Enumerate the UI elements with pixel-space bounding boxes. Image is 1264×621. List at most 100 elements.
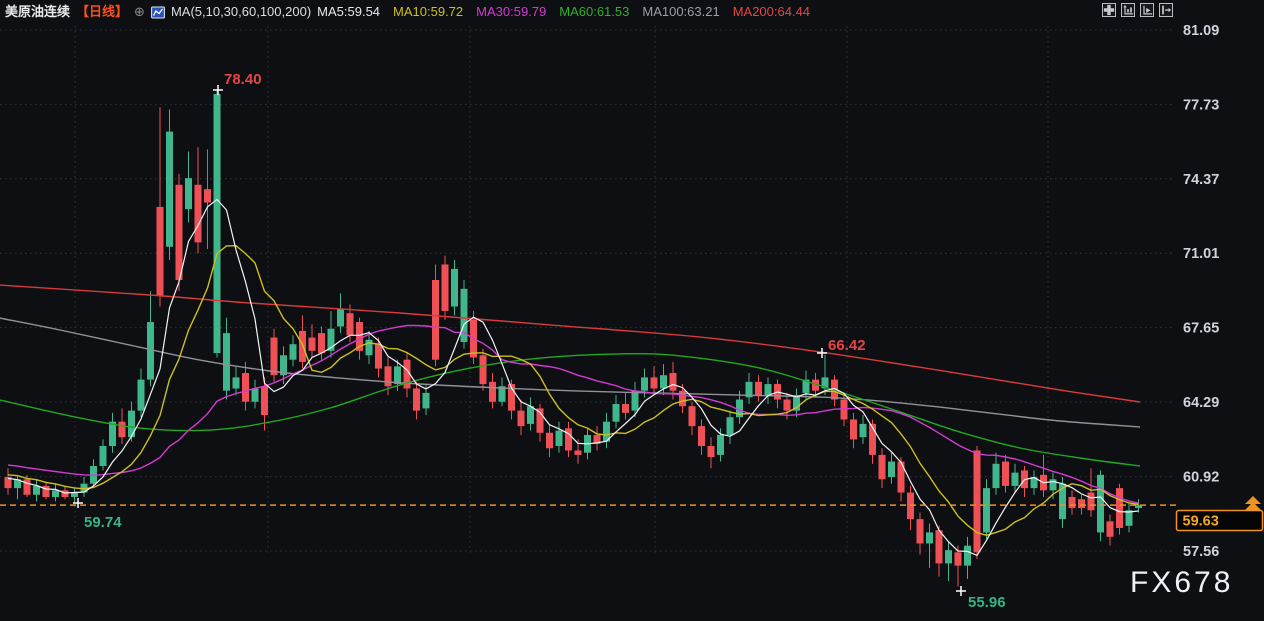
candle[interactable] — [774, 379, 781, 409]
candle[interactable] — [907, 485, 914, 531]
candle[interactable] — [517, 399, 525, 435]
candle[interactable] — [223, 317, 230, 400]
candle[interactable] — [688, 401, 696, 435]
candle[interactable] — [802, 370, 810, 400]
candle[interactable] — [232, 366, 240, 396]
candle[interactable] — [536, 403, 544, 442]
candle[interactable] — [612, 395, 620, 429]
ma-value: MA60:61.53 — [559, 4, 630, 19]
candle[interactable] — [593, 426, 601, 451]
candle[interactable] — [1002, 454, 1009, 493]
swing-price-label: 78.40 — [224, 71, 262, 88]
candle[interactable] — [242, 361, 249, 411]
candle[interactable] — [71, 488, 78, 503]
candle[interactable] — [1040, 454, 1047, 497]
period-label[interactable]: 【日线】 — [76, 3, 128, 21]
candle[interactable] — [166, 109, 173, 261]
candle[interactable] — [52, 483, 59, 502]
candle[interactable] — [204, 149, 211, 249]
candle[interactable] — [489, 372, 496, 409]
candle[interactable] — [1030, 470, 1038, 495]
candle[interactable] — [42, 481, 50, 500]
swing-price-label: 59.74 — [84, 514, 122, 531]
candle[interactable] — [1068, 490, 1076, 515]
candle[interactable] — [821, 354, 829, 396]
candle[interactable] — [460, 279, 468, 349]
candle[interactable] — [299, 315, 306, 369]
candle[interactable] — [194, 147, 202, 254]
candle[interactable] — [859, 415, 867, 444]
candle[interactable] — [451, 260, 458, 316]
y-axis-tick: 74.37 — [1183, 172, 1219, 188]
candle[interactable] — [850, 412, 857, 449]
candle[interactable] — [897, 457, 905, 502]
ma-value: MA5:59.54 — [317, 4, 381, 19]
pan-move-icon[interactable] — [1102, 3, 1116, 17]
candle[interactable] — [327, 310, 335, 358]
candle[interactable] — [964, 536, 971, 579]
candle[interactable] — [33, 479, 40, 502]
candle[interactable] — [498, 377, 506, 407]
candlestick-chart[interactable]: 59.63 81.09 77.73 74.37 71.01 67.65 64.29 60.92… — [0, 0, 1264, 621]
candle[interactable] — [565, 421, 572, 458]
candle[interactable] — [185, 151, 192, 223]
candle[interactable] — [479, 348, 487, 391]
candle[interactable] — [954, 545, 962, 587]
candle[interactable] — [888, 452, 895, 484]
candle[interactable] — [992, 452, 1000, 495]
candle[interactable] — [289, 335, 297, 367]
candle[interactable] — [926, 523, 933, 568]
chart-type-icon[interactable] — [151, 6, 165, 19]
candle[interactable] — [745, 372, 753, 404]
candle[interactable] — [1116, 483, 1123, 535]
candle[interactable] — [441, 255, 449, 320]
candle[interactable] — [14, 474, 21, 500]
candle[interactable] — [755, 375, 762, 402]
add-indicator-icon[interactable]: ⊕ — [134, 3, 145, 21]
candle[interactable] — [337, 293, 344, 334]
candle[interactable] — [546, 423, 553, 458]
candle[interactable] — [156, 107, 164, 307]
candle[interactable] — [4, 468, 12, 495]
candle[interactable] — [726, 410, 734, 444]
candle[interactable] — [1021, 465, 1028, 497]
candle[interactable] — [213, 89, 221, 358]
axis-play-icon[interactable] — [1140, 3, 1154, 17]
candle[interactable] — [945, 541, 952, 582]
shift-right-icon[interactable] — [1159, 3, 1173, 17]
candle[interactable] — [603, 412, 610, 449]
candle[interactable] — [973, 446, 981, 559]
candle[interactable] — [555, 421, 563, 453]
candle[interactable] — [793, 388, 800, 418]
candle[interactable] — [878, 448, 886, 489]
candle[interactable] — [80, 477, 88, 497]
candle[interactable] — [622, 392, 629, 420]
candles-layer — [4, 89, 1142, 587]
candle[interactable] — [916, 512, 924, 555]
candle[interactable] — [403, 353, 411, 398]
candle[interactable] — [698, 419, 705, 455]
candle[interactable] — [869, 419, 876, 464]
candle[interactable] — [508, 379, 515, 420]
candle[interactable] — [1106, 514, 1114, 546]
candle[interactable] — [99, 439, 107, 471]
candle[interactable] — [764, 377, 772, 404]
price-tag-value: 59.63 — [1183, 514, 1219, 530]
candle[interactable] — [137, 368, 145, 418]
candle[interactable] — [650, 366, 658, 396]
swing-annotations: 78.40 66.42 59.74 55.96 — [73, 71, 1006, 611]
candle[interactable] — [527, 397, 534, 431]
candle[interactable] — [983, 479, 990, 540]
candle[interactable] — [413, 381, 420, 420]
chart-toolbar — [1102, 3, 1173, 17]
candle[interactable] — [251, 379, 259, 409]
candle[interactable] — [707, 437, 715, 469]
candle[interactable] — [109, 412, 116, 453]
ma-group-label: MA(5,10,30,60,100,200) — [170, 4, 312, 19]
candle[interactable] — [147, 291, 154, 387]
candle[interactable] — [308, 324, 316, 358]
candle[interactable] — [1087, 468, 1095, 517]
candle[interactable] — [1125, 503, 1133, 533]
candle[interactable] — [270, 328, 278, 382]
axis-scale-up-icon[interactable] — [1121, 3, 1135, 17]
